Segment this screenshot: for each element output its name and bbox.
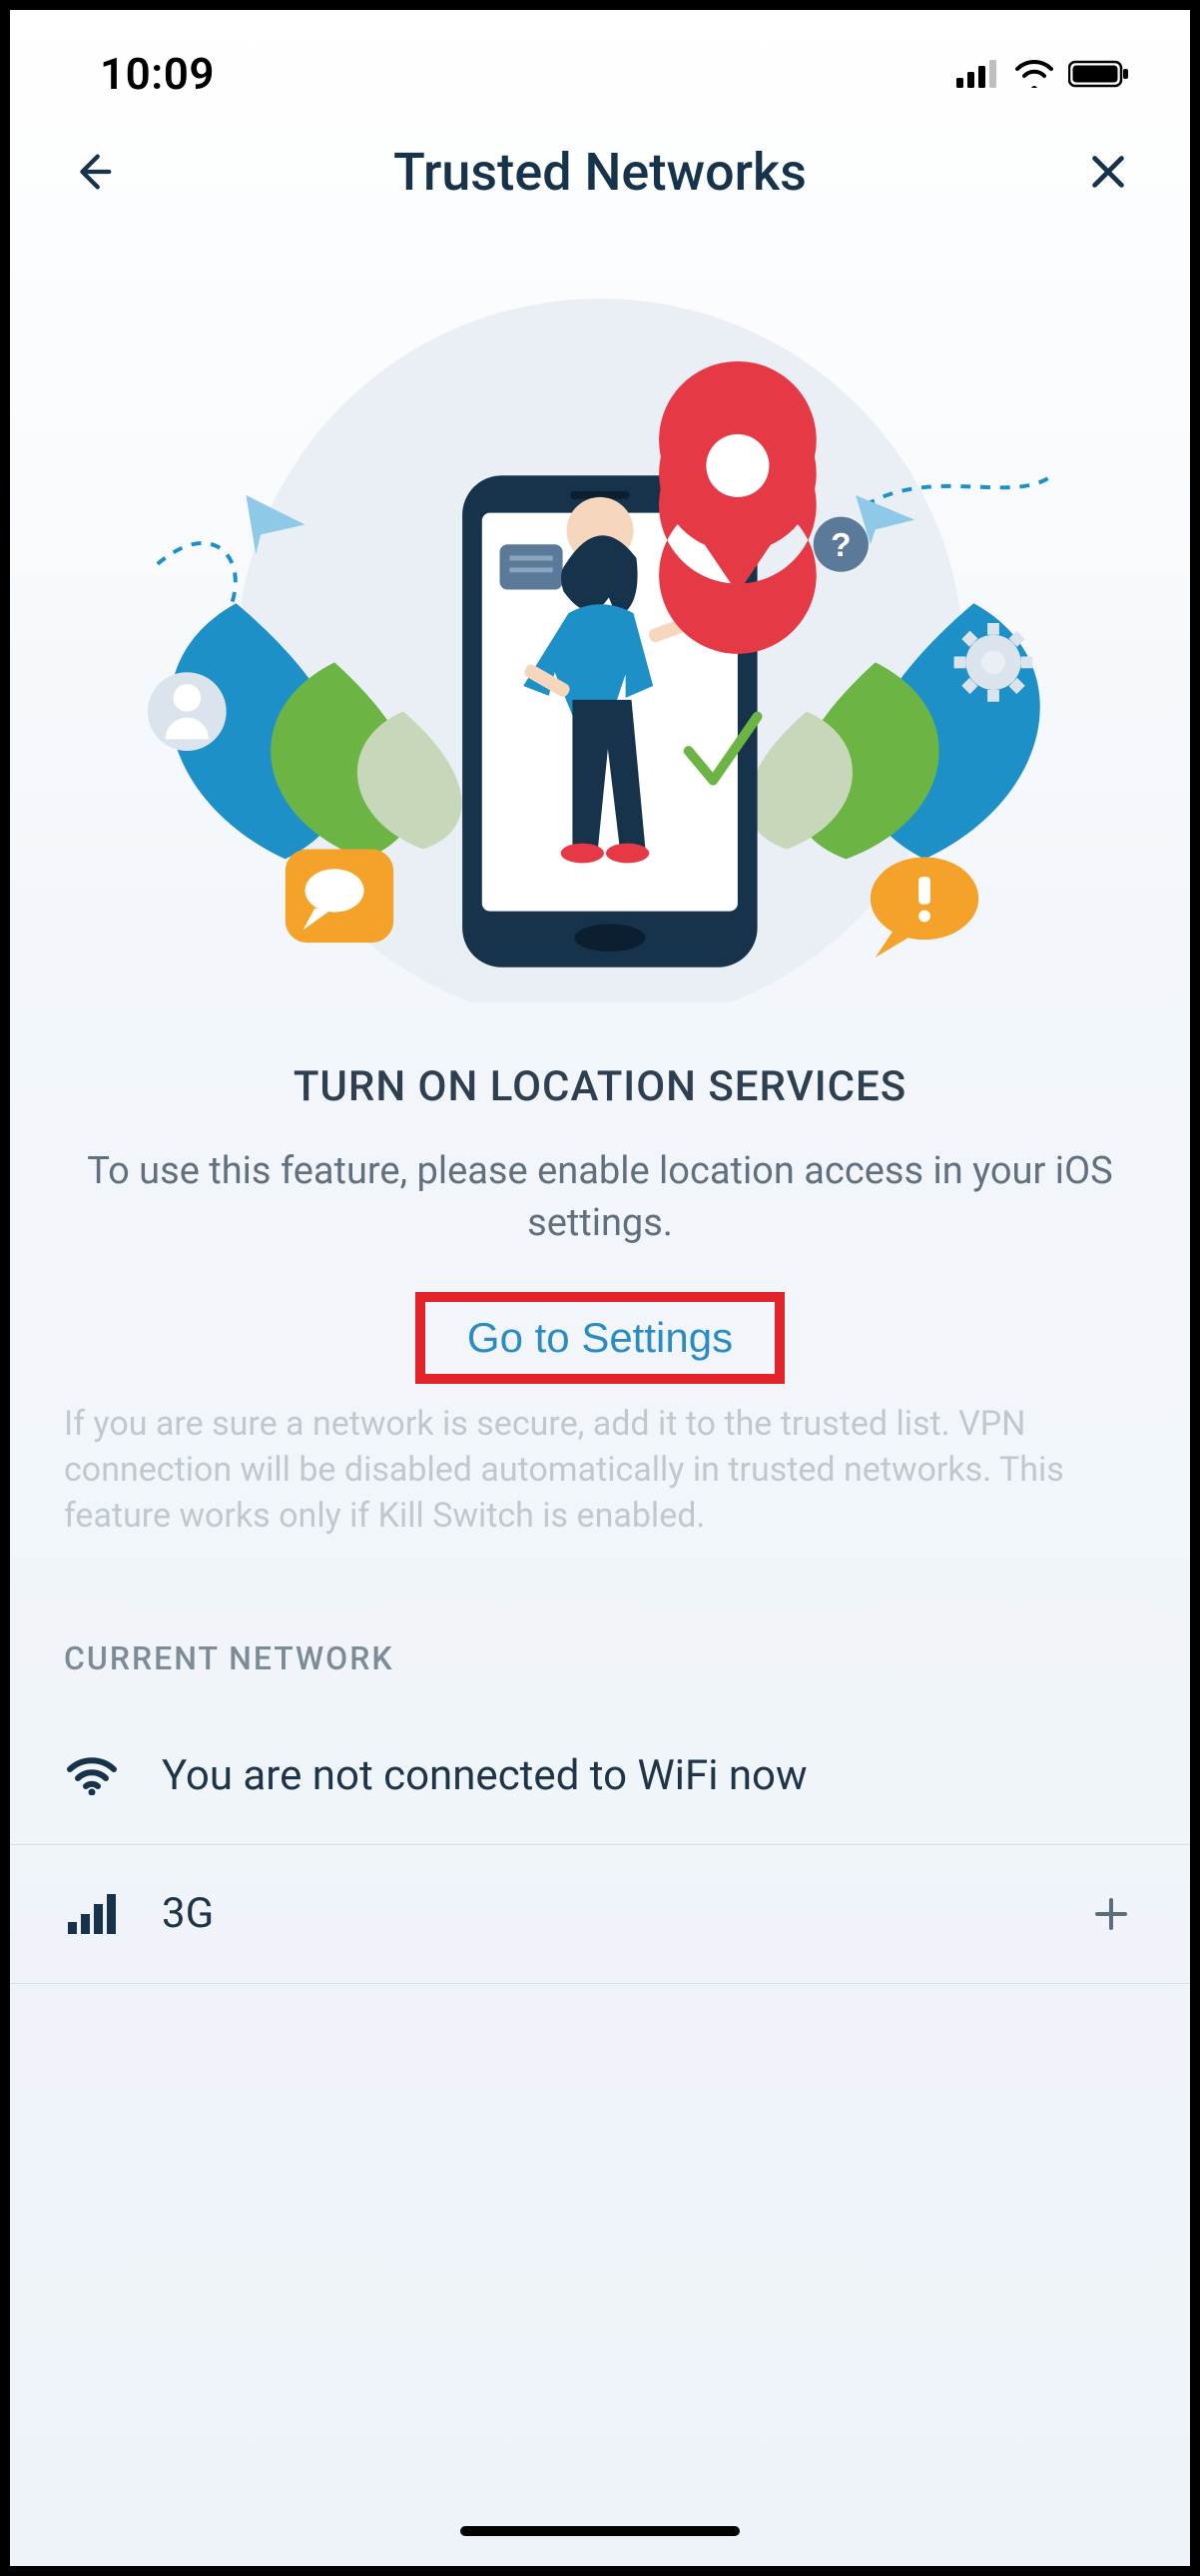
plus-icon xyxy=(1091,1894,1131,1934)
nav-bar: Trusted Networks xyxy=(10,110,1190,224)
close-icon xyxy=(1085,149,1131,195)
add-network-button[interactable] xyxy=(1086,1889,1136,1939)
battery-icon xyxy=(1068,60,1130,88)
location-illustration: ? xyxy=(10,244,1190,1002)
cellular-signal-icon xyxy=(956,60,1000,88)
back-button[interactable] xyxy=(60,140,124,204)
status-bar: 10:09 xyxy=(10,10,1190,110)
wifi-status-icon xyxy=(1014,60,1054,88)
network-row-cellular: 3G xyxy=(10,1845,1190,1984)
svg-text:?: ? xyxy=(831,527,851,564)
status-time: 10:09 xyxy=(100,48,215,100)
location-pin-icon xyxy=(659,361,817,654)
prompt-description: To use this feature, please enable locat… xyxy=(70,1145,1130,1250)
cellular-icon xyxy=(64,1892,120,1936)
wifi-icon xyxy=(64,1755,120,1795)
go-to-settings-highlight: Go to Settings xyxy=(415,1292,785,1384)
network-row-wifi: You are not connected to WiFi now xyxy=(10,1707,1190,1845)
trusted-networks-info: If you are sure a network is secure, add… xyxy=(10,1384,1190,1540)
arrow-left-icon xyxy=(69,149,115,195)
chat-bubble-icon xyxy=(286,850,393,944)
device-frame: 10:09 Trusted Networks xyxy=(0,0,1200,2576)
page-title: Trusted Networks xyxy=(124,142,1076,203)
current-network-header: CURRENT NETWORK xyxy=(10,1540,1190,1707)
location-prompt: TURN ON LOCATION SERVICES To use this fe… xyxy=(10,1002,1190,1384)
prompt-heading: TURN ON LOCATION SERVICES xyxy=(70,1062,1130,1111)
status-icons xyxy=(956,60,1130,88)
alert-bubble-icon xyxy=(871,857,978,957)
go-to-settings-button[interactable]: Go to Settings xyxy=(467,1314,733,1362)
network-row-label: You are not connected to WiFi now xyxy=(162,1751,1136,1800)
close-button[interactable] xyxy=(1076,140,1140,204)
home-indicator xyxy=(460,2526,740,2536)
network-row-label: 3G xyxy=(162,1889,1044,1938)
